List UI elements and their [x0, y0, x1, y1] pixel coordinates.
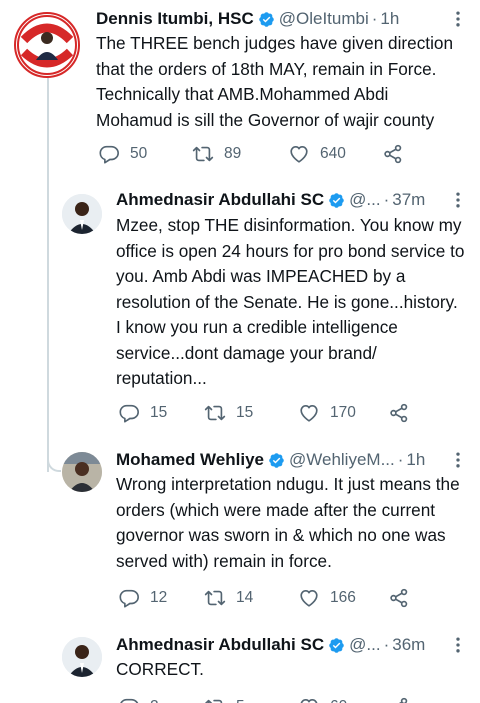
retweet-count: 15 [236, 404, 254, 421]
display-name[interactable]: Ahmednasir Abdullahi SC [116, 189, 324, 211]
user-handle[interactable]: @... [349, 189, 380, 211]
more-options-icon[interactable] [448, 450, 468, 470]
like-icon [298, 696, 320, 703]
reply-tweet[interactable]: Mohamed Wehliye @WehliyeM... · 1h Wrong … [0, 440, 480, 625]
share-button[interactable] [388, 402, 420, 424]
retweet-icon [192, 143, 214, 165]
avatar[interactable] [14, 12, 80, 78]
reply-icon [98, 143, 120, 165]
more-options-icon[interactable] [448, 635, 468, 655]
retweet-icon [204, 696, 226, 703]
like-count: 60 [330, 698, 350, 703]
share-icon [382, 143, 404, 165]
reply-count: 15 [150, 404, 168, 421]
reply-button[interactable]: 2 [118, 696, 204, 703]
reply-tweet[interactable]: Ahmednasir Abdullahi SC @... · 36m CORRE… [0, 627, 480, 703]
like-count: 170 [330, 404, 356, 421]
reply-count: 2 [150, 698, 170, 703]
user-handle[interactable]: @WehliyeM... [289, 449, 395, 471]
retweet-button[interactable]: 15 [204, 402, 298, 424]
reply-icon [118, 696, 140, 703]
separator-dot: · [371, 9, 378, 28]
avatar[interactable] [62, 452, 102, 492]
separator-dot: · [397, 450, 404, 469]
timestamp[interactable]: 36m [392, 634, 425, 656]
like-button[interactable]: 166 [298, 587, 388, 609]
share-icon [388, 587, 410, 609]
tweet-text: Wrong interpretation ndugu. It just mean… [116, 474, 460, 571]
reply-tweet[interactable]: Ahmednasir Abdullahi SC @... · 37m Mzee,… [0, 182, 480, 438]
share-button[interactable] [382, 143, 414, 165]
like-icon [288, 143, 310, 165]
display-name[interactable]: Dennis Itumbi, HSC [96, 8, 254, 30]
reply-count: 50 [130, 145, 148, 162]
display-name[interactable]: Ahmednasir Abdullahi SC [116, 634, 324, 656]
reply-count: 12 [150, 589, 168, 606]
user-handle[interactable]: @OleItumbi [279, 8, 369, 30]
retweet-icon [204, 402, 226, 424]
reply-button[interactable]: 15 [118, 402, 204, 424]
reply-button[interactable]: 50 [98, 143, 192, 165]
verified-badge-icon [268, 452, 285, 469]
retweet-count: 5 [236, 698, 256, 703]
like-icon [298, 402, 320, 424]
verified-badge-icon [258, 11, 275, 28]
more-options-icon[interactable] [448, 190, 468, 210]
timestamp[interactable]: 1h [406, 449, 425, 471]
tweet-text: CORRECT. [116, 659, 204, 679]
tweet-main[interactable]: Dennis Itumbi, HSC @OleItumbi · 1h The T… [0, 0, 480, 180]
user-handle[interactable]: @... [349, 634, 380, 656]
like-icon [298, 587, 320, 609]
share-button[interactable] [388, 587, 420, 609]
retweet-icon [204, 587, 226, 609]
timestamp[interactable]: 37m [392, 189, 425, 211]
like-count: 640 [320, 145, 346, 162]
like-button[interactable]: 170 [298, 402, 388, 424]
like-button[interactable]: 60 [298, 696, 388, 703]
avatar[interactable] [62, 194, 102, 234]
display-name[interactable]: Mohamed Wehliye [116, 449, 264, 471]
retweet-count: 14 [236, 589, 254, 606]
retweet-button[interactable]: 89 [192, 143, 288, 165]
avatar[interactable] [62, 637, 102, 677]
retweet-count: 89 [224, 145, 242, 162]
timestamp[interactable]: 1h [380, 8, 399, 30]
reply-icon [118, 402, 140, 424]
share-button[interactable] [388, 696, 420, 703]
separator-dot: · [383, 190, 390, 209]
verified-badge-icon [328, 192, 345, 209]
more-options-icon[interactable] [448, 9, 468, 29]
share-icon [388, 402, 410, 424]
tweet-text: Mzee, stop THE disinformation. You know … [116, 215, 465, 388]
retweet-button[interactable]: 14 [204, 587, 298, 609]
reply-button[interactable]: 12 [118, 587, 204, 609]
share-icon [388, 696, 410, 703]
like-count: 166 [330, 589, 356, 606]
like-button[interactable]: 640 [288, 143, 382, 165]
verified-badge-icon [328, 637, 345, 654]
retweet-button[interactable]: 5 [204, 696, 298, 703]
tweet-text: The THREE bench judges have given direct… [96, 33, 454, 130]
separator-dot: · [383, 635, 390, 654]
reply-icon [118, 587, 140, 609]
